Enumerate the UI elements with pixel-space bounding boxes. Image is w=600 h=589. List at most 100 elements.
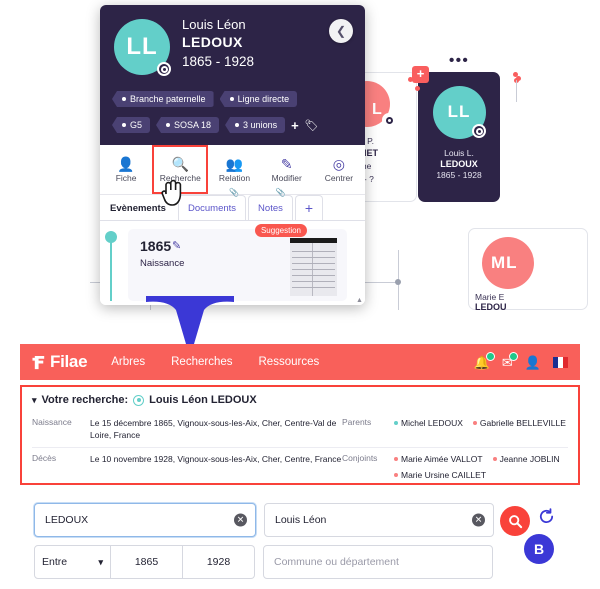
surname-value: LEDOUX (45, 514, 89, 526)
action-relation[interactable]: 👥 Relation (208, 145, 260, 194)
search-icon (508, 514, 522, 528)
tree-node-card-bottom[interactable]: ML Marie E LEDOU (468, 228, 588, 310)
popup-scrollbar[interactable]: ▲ (356, 297, 363, 304)
chevron-down-icon[interactable]: ▾ (32, 395, 37, 406)
row-value-conjoints: Marie Aimée VALLOT Jeanne JOBLIN Marie U… (394, 448, 568, 487)
period-select[interactable]: Entre ▾ (34, 545, 111, 579)
add-tag-button[interactable]: + (291, 118, 299, 133)
action-modifier[interactable]: ✎ Modifier (261, 145, 313, 194)
filae-logo[interactable]: Filae (32, 352, 88, 372)
pencil-icon[interactable]: ✎ (172, 239, 181, 252)
action-fiche[interactable]: 👤 Fiche (100, 145, 152, 194)
spouse-item[interactable]: Marie Aimée VALLOT (394, 453, 483, 465)
filae-nav-right: 🔔 ✉ 👤 (474, 351, 568, 369)
tag-ligne-directe[interactable]: Ligne directe (219, 91, 298, 107)
surname-input[interactable]: LEDOUX ✕ (34, 503, 256, 537)
add-person-icon: 👥 (225, 155, 244, 172)
mail-icon[interactable]: ✉ (502, 351, 518, 369)
screenshot-root: L e P. NET ine ’ - ? ••• LL Louis L. LED… (0, 0, 600, 589)
tag-g5[interactable]: G5 (112, 117, 151, 133)
popup-person-title: Louis Léon LEDOUX 1865 - 1928 (182, 17, 254, 69)
row-value-parents: Michel LEDOUX Gabrielle BELLEVILLE (394, 412, 568, 447)
tree-connector (516, 80, 517, 102)
clear-surname-icon[interactable]: ✕ (234, 513, 247, 527)
reset-button[interactable] (538, 508, 555, 530)
year-to-input[interactable]: 1928 (183, 545, 255, 579)
row-value-deces: Le 10 novembre 1928, Vignoux-sous-les-Ai… (90, 453, 342, 464)
event-year: 1865 (140, 238, 172, 254)
annotation-arrow-down (146, 296, 234, 344)
tree-node-left-name: e P. NET ine ’ - ? (360, 136, 378, 184)
paperclip-icon: 📎 (275, 188, 286, 197)
mouse-cursor-hand-icon (161, 179, 182, 206)
filae-navbar: Filae Arbres Recherches Ressources 🔔 ✉ 👤 (20, 344, 580, 380)
action-centrer[interactable]: ◎ Centrer (313, 145, 365, 194)
back-icon[interactable]: ❮ (329, 19, 353, 43)
tag-sosa[interactable]: SOSA 18 (156, 117, 220, 133)
spouse-item[interactable]: Marie Ursine CAILLET (394, 469, 486, 481)
filae-mark-icon (32, 355, 45, 369)
result-title[interactable]: ▾ Votre recherche: Louis Léon LEDOUX (32, 394, 568, 406)
tag-icon[interactable]: 🏷 (305, 119, 319, 132)
popup-tabs: Evènements 📎 Documents 📎 Notes + (100, 188, 365, 221)
result-title-prefix: Votre recherche: (41, 394, 129, 406)
add-node-dot (415, 86, 420, 91)
popup-tag-row-1: Branche paternelle Ligne directe (112, 91, 298, 107)
tree-node-bottom-name: Marie E LEDOU (475, 292, 507, 310)
target-icon[interactable] (472, 124, 486, 138)
id-card-icon: 👤 (117, 155, 135, 172)
event-card[interactable]: 1865 ✎ Naissance Suggestion (128, 224, 347, 301)
parent-item[interactable]: Gabrielle BELLEVILLE (472, 417, 566, 429)
bell-icon[interactable]: 🔔 (474, 351, 495, 369)
row-label-deces: Décès (32, 452, 57, 463)
result-details-grid: Naissance Le 15 décembre 1865, Vignoux-s… (32, 412, 568, 486)
popup-given-name: Louis Léon (182, 17, 246, 32)
popup-header: LL Louis Léon LEDOUX 1865 - 1928 ❮ Branc… (100, 5, 365, 145)
result-person-name: Louis Léon LEDOUX (149, 394, 257, 406)
scroll-up-icon[interactable]: ▲ (356, 297, 363, 304)
document-thumbnail[interactable] (290, 238, 337, 296)
year-from-input[interactable]: 1865 (111, 545, 183, 579)
tree-node-card-focus[interactable]: LL Louis L. LEDOUX 1865 - 1928 + (408, 66, 500, 202)
parent-item[interactable]: Michel LEDOUX (394, 417, 463, 429)
tab-documents[interactable]: 📎 Documents (177, 188, 247, 220)
row-value-naissance: Le 15 décembre 1865, Vignoux-sous-les-Ai… (90, 418, 337, 441)
row-label-parents: Parents (342, 417, 372, 427)
clear-givenname-icon[interactable]: ✕ (472, 513, 485, 527)
nav-arbres[interactable]: Arbres (111, 356, 145, 368)
add-node-dot (516, 76, 521, 81)
search-button[interactable] (500, 506, 530, 536)
tag-branche-paternelle[interactable]: Branche paternelle (112, 91, 214, 107)
suggestion-badge[interactable]: Suggestion (254, 224, 307, 237)
tab-notes[interactable]: 📎 Notes (248, 188, 293, 220)
tree-connector-dot (395, 279, 401, 285)
search-icon: 🔍 (171, 155, 190, 172)
search-form: LEDOUX ✕ Louis Léon ✕ Entre ▾ 1865 1928 … (34, 503, 494, 587)
nav-recherches[interactable]: Recherches (171, 356, 232, 368)
flag-fr-icon[interactable] (553, 356, 568, 368)
target-icon[interactable] (157, 62, 171, 76)
step-badge-b: B (524, 534, 554, 564)
tab-add[interactable]: + (294, 195, 324, 220)
user-icon[interactable]: 👤 (525, 356, 541, 369)
reset-icon (539, 508, 554, 523)
target-icon[interactable] (382, 113, 396, 127)
period-select-value: Entre (42, 556, 68, 568)
add-node-dot (408, 77, 413, 82)
givenname-value: Louis Léon (275, 514, 327, 526)
popup-tag-row-2: G5 SOSA 18 3 unions + 🏷 (112, 117, 319, 133)
person-detail-popup[interactable]: LL Louis Léon LEDOUX 1865 - 1928 ❮ Branc… (100, 5, 365, 305)
timeline-rail (110, 237, 112, 301)
node-options-menu[interactable]: ••• (449, 52, 469, 69)
popup-years: 1865 - 1928 (182, 54, 255, 69)
spouse-item[interactable]: Jeanne JOBLIN (492, 453, 560, 465)
nav-ressources[interactable]: Ressources (259, 356, 320, 368)
search-result-summary: ▾ Votre recherche: Louis Léon LEDOUX Nai… (20, 385, 580, 485)
add-relative-badge[interactable]: + (412, 66, 429, 83)
avatar-initials: L (372, 101, 382, 118)
place-input[interactable]: Commune ou département (263, 545, 493, 579)
filae-panel: Filae Arbres Recherches Ressources 🔔 ✉ 👤… (20, 344, 580, 489)
tag-unions[interactable]: 3 unions (225, 117, 286, 133)
search-form-row-1: LEDOUX ✕ Louis Léon ✕ (34, 503, 494, 537)
givenname-input[interactable]: Louis Léon ✕ (264, 503, 494, 537)
